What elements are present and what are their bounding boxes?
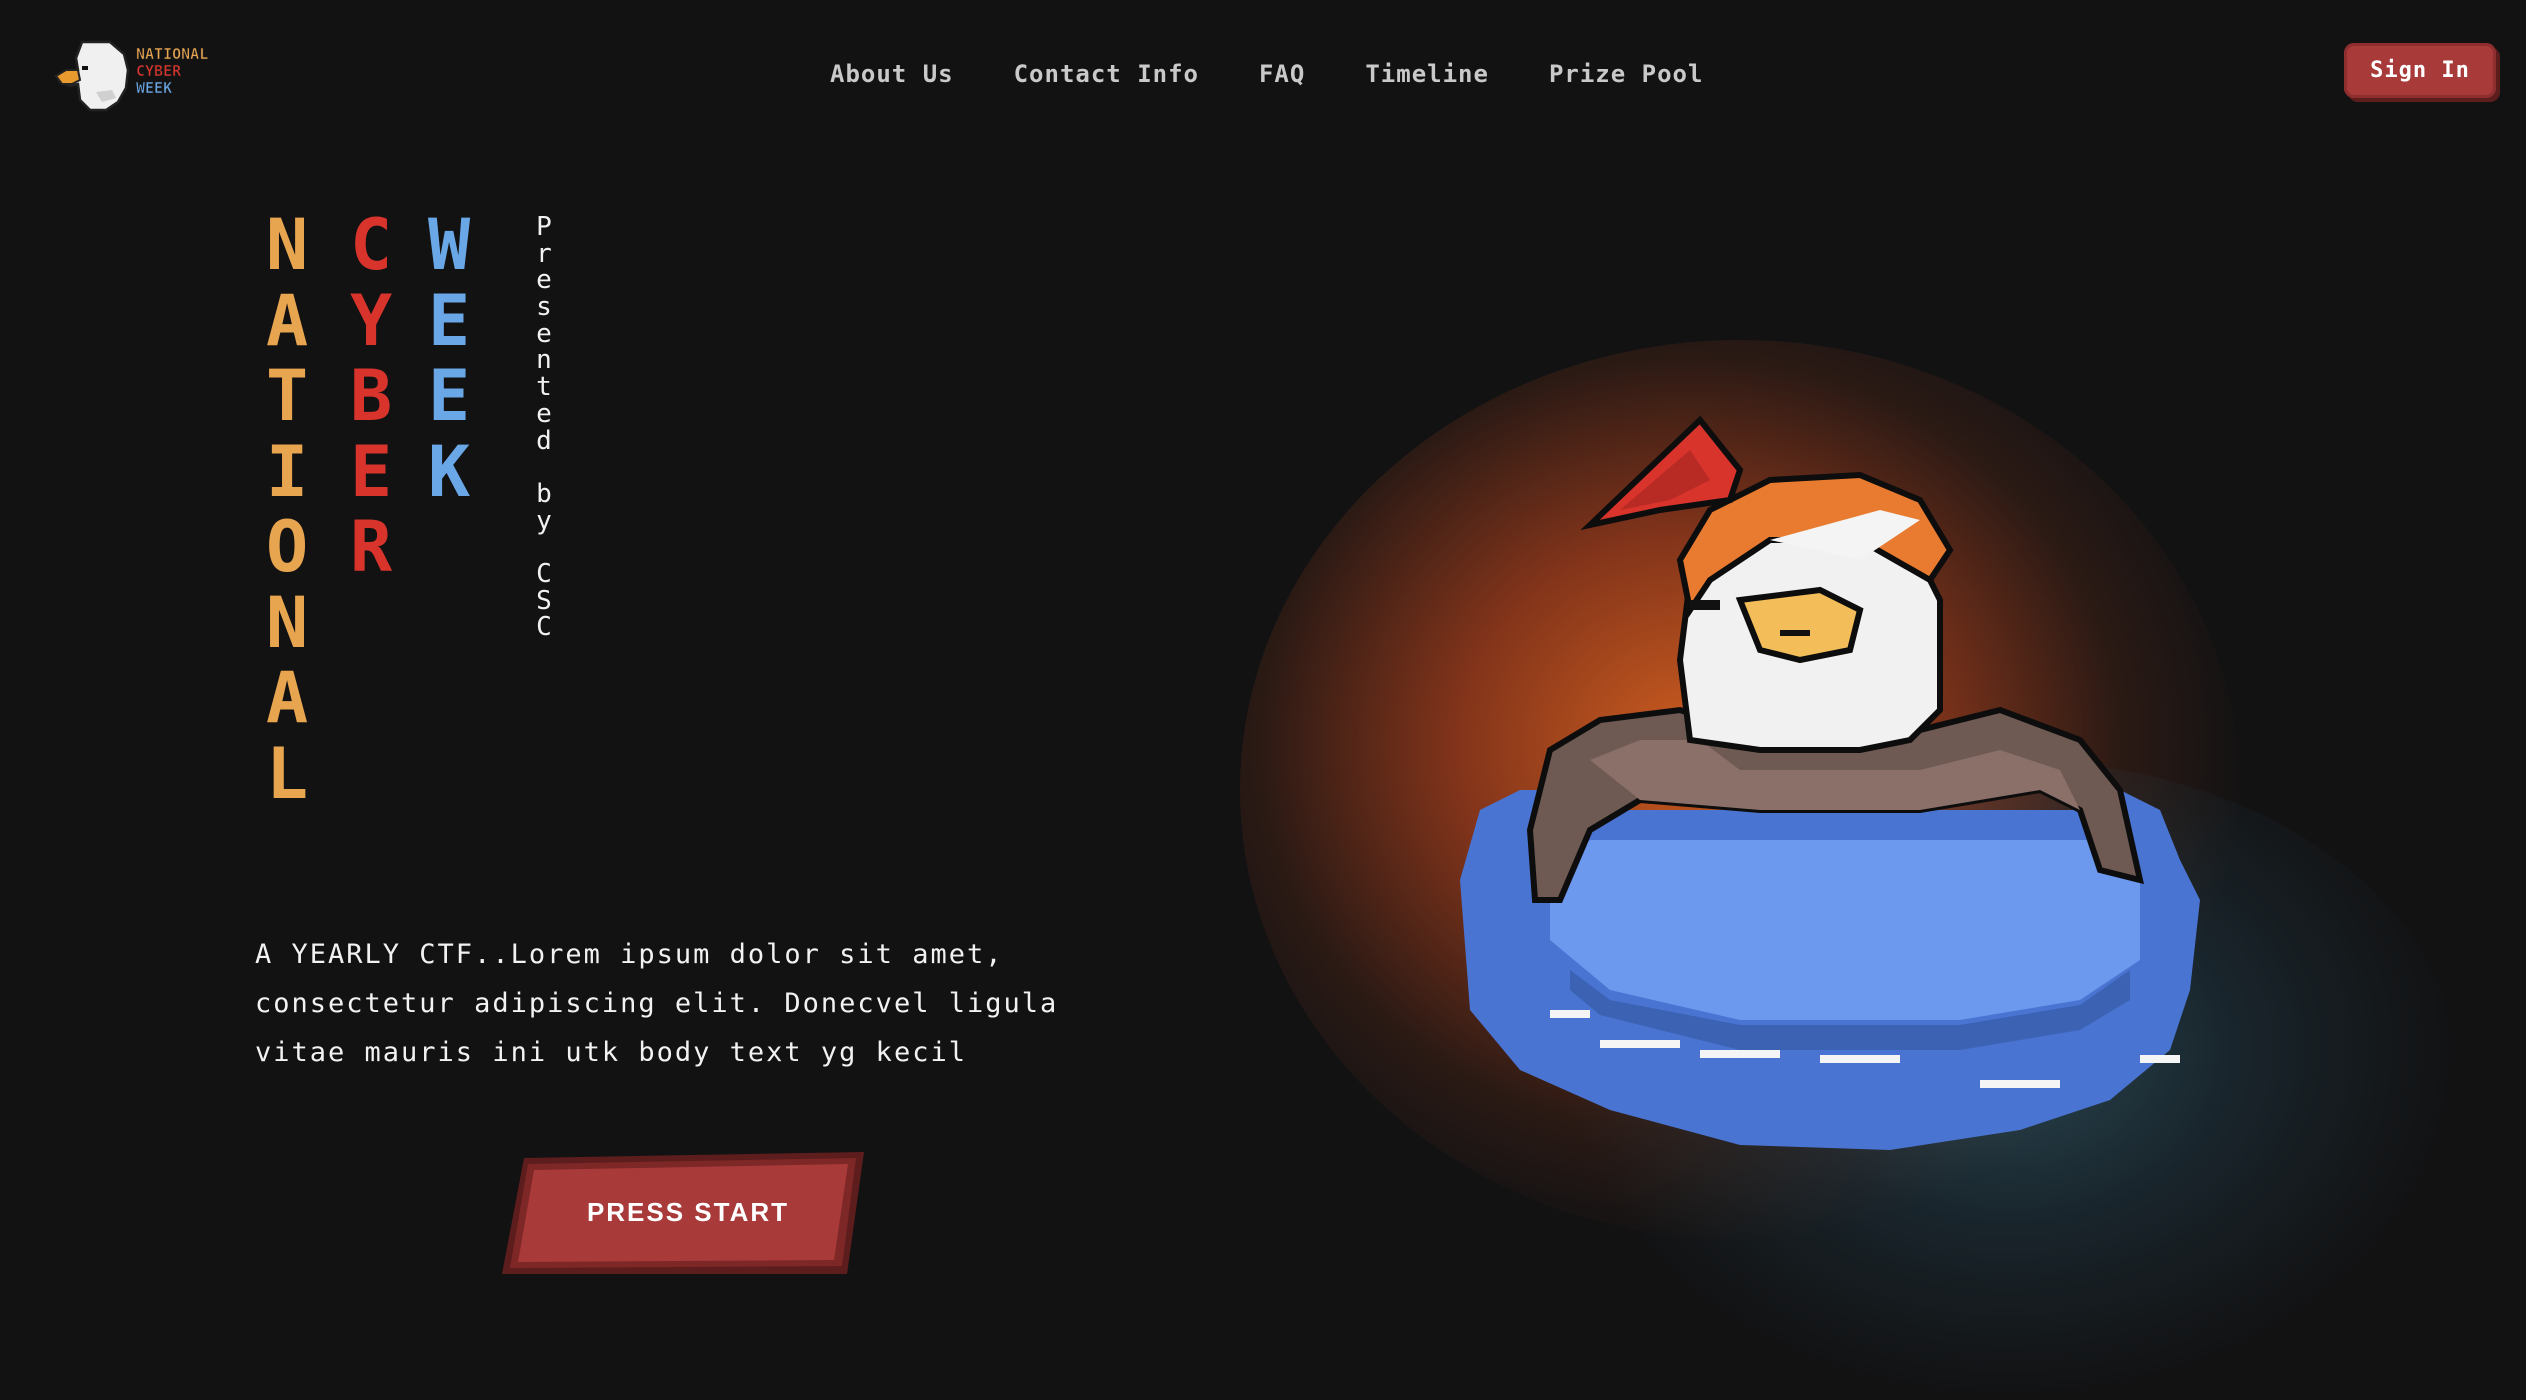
title-letter: A (266, 657, 309, 739)
presented-letter: e (536, 265, 552, 296)
title-letter: E (428, 279, 471, 362)
title-letter: O (266, 506, 309, 588)
logo-wordmark: NATIONAL CYBER WEEK (136, 45, 209, 97)
presented-letter (536, 454, 552, 481)
title-week: WEEK (428, 204, 471, 513)
title-letter: A (266, 279, 309, 362)
presented-letter: C (536, 612, 552, 643)
presented-by-label: Presented by CSC (532, 214, 556, 641)
title-letter: E (428, 355, 471, 437)
nav-timeline[interactable]: Timeline (1365, 60, 1489, 88)
main-nav: About Us Contact Info FAQ Timeline Prize… (830, 54, 1763, 94)
title-letter: R (350, 506, 393, 588)
presented-letter: t (536, 372, 552, 403)
title-letter: C (350, 204, 393, 286)
presented-letter: r (536, 238, 552, 269)
nav-faq[interactable]: FAQ (1259, 60, 1305, 88)
presented-letter: e (536, 318, 552, 349)
title-letter: T (266, 355, 309, 437)
presented-letter: b (536, 478, 552, 509)
presented-letter: e (536, 398, 552, 429)
presented-letter: y (536, 505, 552, 536)
presented-letter: C (536, 558, 552, 589)
title-letter: W (428, 204, 471, 286)
description-line: consectetur adipiscing elit. Donecvel li… (255, 988, 1059, 1019)
presented-letter: d (536, 425, 552, 456)
description-line: vitae mauris ini utk body text yg kecil (255, 1037, 967, 1068)
press-start-label: PRESS START (586, 1196, 790, 1227)
title-national: NATIONAL (266, 204, 309, 815)
presented-letter: n (536, 345, 552, 376)
eagle-in-swim-ring-icon (1460, 415, 2200, 1150)
presented-letter: S (536, 585, 552, 616)
site-logo[interactable]: NATIONAL CYBER WEEK (52, 36, 242, 116)
title-letter: E (350, 430, 393, 513)
presented-letter: s (536, 292, 552, 323)
description-line: A YEARLY CTF..Lorem ipsum dolor sit amet… (255, 939, 1004, 970)
presented-letter (536, 534, 552, 561)
sign-in-button[interactable]: Sign In (2344, 43, 2496, 98)
title-cyber: CYBER (350, 204, 393, 588)
presented-letter: P (536, 212, 552, 242)
logo-line-national: NATIONAL (136, 45, 209, 63)
title-letter: Y (350, 279, 393, 362)
logo-line-cyber: CYBER (136, 62, 182, 80)
eagle-head-icon (54, 40, 130, 112)
nav-contact-info[interactable]: Contact Info (1014, 60, 1199, 88)
nav-prize-pool[interactable]: Prize Pool (1549, 60, 1704, 88)
title-letter: N (266, 581, 309, 664)
title-letter: L (266, 732, 309, 815)
title-letter: K (428, 430, 471, 513)
title-letter: B (350, 355, 393, 437)
press-start-button[interactable]: PRESS START (502, 1150, 864, 1274)
logo-line-week: WEEK (136, 79, 173, 97)
title-letter: N (266, 204, 309, 286)
title-letter: I (266, 430, 309, 513)
hero-description: A YEARLY CTF..Lorem ipsum dolor sit amet… (255, 930, 1155, 1077)
nav-about-us[interactable]: About Us (830, 60, 954, 88)
